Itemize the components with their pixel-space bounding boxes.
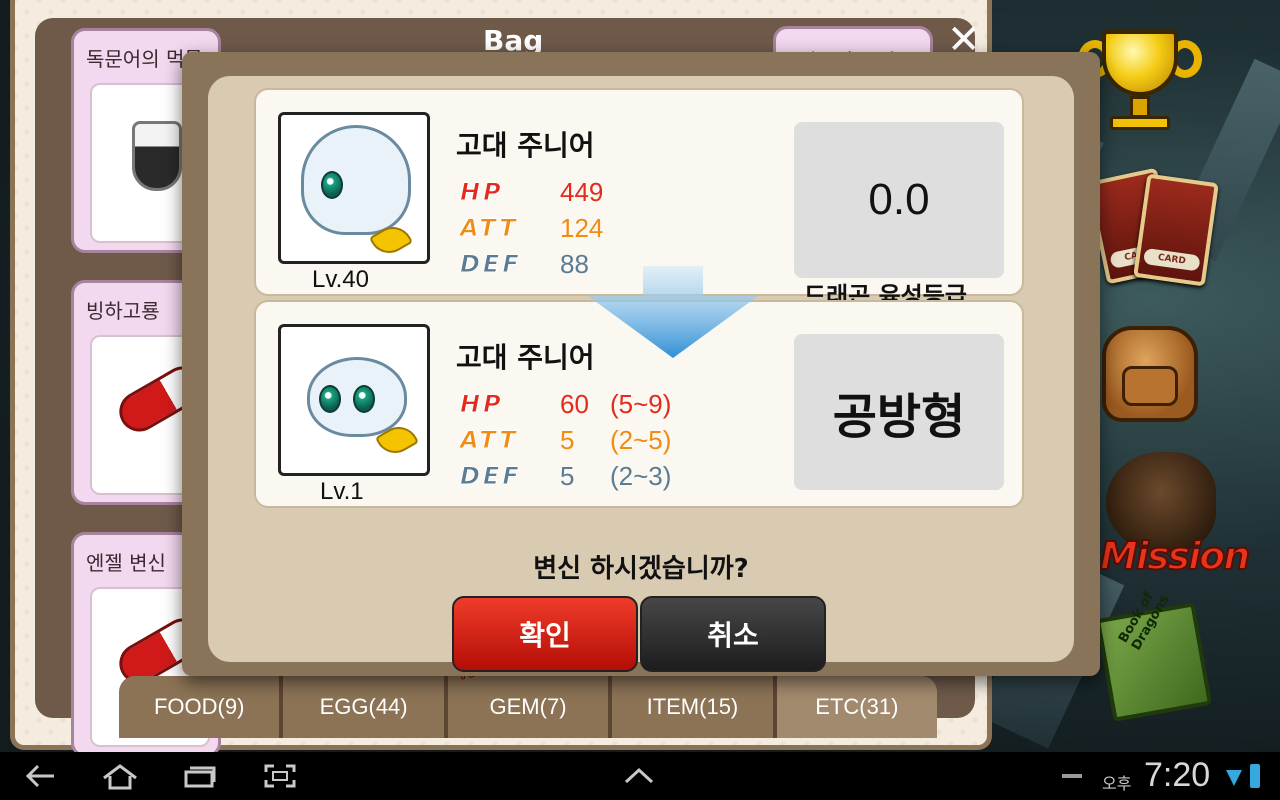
card-button[interactable]: CARD CARD <box>1085 167 1228 298</box>
stat-def: DEF 5 (2~3) <box>460 458 672 494</box>
tab-item[interactable]: ITEM(15) <box>612 676 777 738</box>
trophy-stem <box>1130 96 1150 118</box>
stat-att: ATT 5 (2~5) <box>460 422 672 458</box>
tab-food[interactable]: FOOD(9) <box>119 676 284 738</box>
tab-etc[interactable]: ETC(31) <box>776 676 938 738</box>
stat-range: (2~5) <box>610 424 672 455</box>
stat-label: DEF <box>460 250 522 279</box>
dragon-name: 고대 주니어 <box>456 129 595 162</box>
dragon-type: 공방형 <box>794 334 1004 490</box>
stat-range: (2~3) <box>610 460 672 491</box>
stat-value: 449 <box>560 176 604 207</box>
dragon-avatar <box>301 125 411 235</box>
clock-ampm: 오후 <box>1102 774 1132 793</box>
dialog-body: Lv.40 고대 주니어 HP 449 ATT 124 DEF 88 0.0 드… <box>208 76 1074 672</box>
confirm-button[interactable]: 확인 <box>452 596 638 672</box>
dragon-level: Lv.1 <box>320 478 364 505</box>
stat-value: 60 <box>560 388 589 419</box>
tab-label: ITEM(15) <box>646 694 739 719</box>
cancel-button[interactable]: 취소 <box>640 596 826 672</box>
dragon-portrait <box>278 112 430 264</box>
current-dragon-info: Lv.40 고대 주니어 HP 449 ATT 124 DEF 88 0.0 드… <box>254 88 1024 310</box>
book-of-dragons-button[interactable]: Book of Dragons <box>1094 590 1218 722</box>
stat-att: ATT 124 <box>460 210 606 246</box>
stat-hp: HP 60 (5~9) <box>460 386 672 422</box>
growth-grade-value: 0.0 <box>794 122 1004 278</box>
backpack-button[interactable] <box>1092 318 1212 428</box>
dragon-level: Lv.40 <box>312 266 369 293</box>
tab-egg[interactable]: EGG(44) <box>283 676 448 738</box>
transform-dialog: Lv.40 고대 주니어 HP 449 ATT 124 DEF 88 0.0 드… <box>182 52 1100 676</box>
tab-label: ETC(31) <box>815 694 899 719</box>
confirm-question: 변신 하시겠습니까? <box>533 554 749 584</box>
home-icon[interactable] <box>100 762 140 795</box>
tab-gem[interactable]: New GEM(7) <box>448 653 613 738</box>
trophy-base <box>1110 116 1170 130</box>
battery-icon <box>1250 764 1260 788</box>
screenshot-icon[interactable] <box>262 762 298 795</box>
backpack-pocket <box>1122 366 1178 406</box>
dragon-eye <box>319 385 341 413</box>
flask-icon <box>132 121 182 191</box>
tab-label: EGG(44) <box>319 694 408 719</box>
stat-label: HP <box>460 178 504 207</box>
dragon-name: 고대 주니어 <box>456 341 595 374</box>
stat-value: 5 <box>560 424 575 455</box>
chevron-up-icon[interactable] <box>622 762 656 795</box>
stat-value: 124 <box>560 212 604 243</box>
stat-label: ATT <box>460 426 519 455</box>
stat-label: ATT <box>460 214 519 243</box>
clock-time: 7:20 <box>1144 756 1211 794</box>
dragon-portrait <box>278 324 430 476</box>
wifi-icon <box>1224 766 1244 795</box>
trophy-cup <box>1102 30 1178 96</box>
back-icon[interactable] <box>24 762 58 795</box>
stat-range: (5~9) <box>610 388 672 419</box>
card-icon: CARD <box>1133 173 1219 287</box>
arrow-down-icon <box>588 266 758 358</box>
stat-label: DEF <box>460 462 522 491</box>
stat-hp: HP 449 <box>460 174 606 210</box>
stat-value: 5 <box>560 460 575 491</box>
stat-label: HP <box>460 390 504 419</box>
dragon-eye <box>353 385 375 413</box>
system-navigation-bar: 오후 7:20 <box>0 752 1280 800</box>
stat-def: DEF 88 <box>460 246 606 282</box>
tab-label: GEM(7) <box>489 694 567 719</box>
category-tabs: FOOD(9) EGG(44) New GEM(7) ITEM(15) ETC(… <box>119 653 938 738</box>
tab-label: FOOD(9) <box>153 694 245 719</box>
card-tag: CARD <box>1142 247 1201 272</box>
recent-apps-icon[interactable] <box>182 762 218 795</box>
dragon-eye <box>321 171 343 199</box>
minimize-indicator <box>1062 774 1082 778</box>
